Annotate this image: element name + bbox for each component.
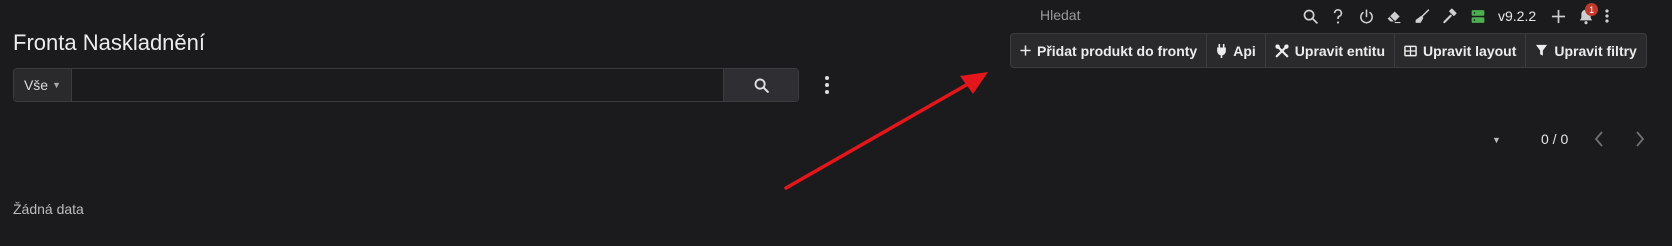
chevron-down-icon: ▼ (52, 80, 62, 90)
plus-icon (1020, 45, 1031, 56)
chevron-right-icon[interactable] (1634, 130, 1646, 153)
page-title: Fronta Naskladnění (13, 30, 205, 55)
api-label: Api (1233, 42, 1256, 59)
api-button[interactable]: Api (1207, 34, 1266, 67)
edit-entity-button[interactable]: Upravit entitu (1266, 34, 1396, 67)
plug-icon (1217, 43, 1227, 58)
edit-layout-label: Upravit layout (1423, 42, 1517, 59)
page-size-dropdown[interactable]: ▼ (1492, 135, 1501, 145)
hammer-icon[interactable] (1436, 4, 1464, 28)
empty-table-message: Žádná data (13, 201, 84, 217)
pagination-count: 0 / 0 (1541, 131, 1569, 147)
more-vertical-icon[interactable] (1600, 4, 1614, 28)
search-bar: Vše ▼ (13, 68, 799, 102)
notifications-button[interactable]: 1 (1572, 3, 1600, 28)
global-search-input[interactable]: Hledat (1040, 7, 1080, 23)
power-icon[interactable] (1352, 4, 1380, 28)
version-label: v9.2.2 (1498, 8, 1537, 24)
search-input[interactable] (72, 69, 723, 101)
help-icon[interactable] (1324, 4, 1352, 28)
table-icon (1404, 45, 1417, 56)
search-scope-select[interactable]: Vše ▼ (14, 69, 72, 101)
search-scope-value: Vše (23, 77, 49, 93)
notification-badge: 1 (1585, 3, 1599, 16)
tools-icon (1275, 43, 1289, 57)
edit-filters-label: Upravit filtry (1554, 42, 1637, 59)
plus-icon[interactable] (1544, 4, 1572, 28)
entity-actions-group: Přidat produkt do fronty Api Upravit ent… (1010, 33, 1647, 68)
edit-entity-label: Upravit entitu (1294, 42, 1386, 59)
annotation-arrow (784, 72, 988, 190)
eraser-icon[interactable] (1380, 4, 1408, 28)
edit-filters-button[interactable]: Upravit filtry (1526, 34, 1645, 67)
server-icon[interactable] (1464, 4, 1492, 28)
add-product-label: Přidat produkt do fronty (1037, 42, 1198, 59)
search-icon[interactable] (1296, 4, 1324, 28)
edit-layout-button[interactable]: Upravit layout (1395, 34, 1527, 67)
filter-icon (1536, 44, 1548, 56)
top-toolbar: v9.2.2 1 (1296, 3, 1614, 28)
chevron-left-icon[interactable] (1593, 130, 1605, 153)
broom-icon[interactable] (1408, 4, 1436, 28)
add-product-button[interactable]: Přidat produkt do fronty (1011, 34, 1208, 67)
search-icon (754, 78, 769, 93)
